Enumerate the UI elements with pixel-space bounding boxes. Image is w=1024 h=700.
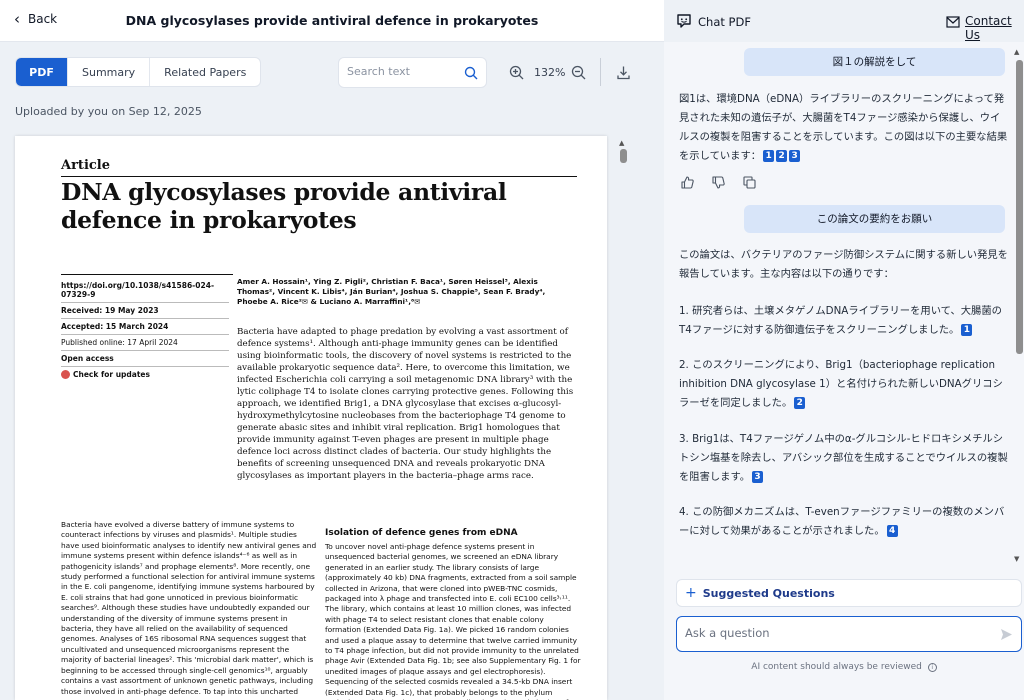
- ai-message: この論文は、バクテリアのファージ防御システムに関する新しい発見を報告しています。…: [679, 249, 1008, 280]
- ai-list-item: 3. Brig1は、T4ファージゲノム中のα-グルコシル-ヒドロキシメチルシトシ…: [679, 430, 1009, 487]
- download-icon[interactable]: [616, 65, 631, 80]
- pdf-pane: ‹ Back DNA glycosylases provide antivira…: [0, 0, 664, 700]
- copy-icon[interactable]: [743, 176, 756, 189]
- ai-message-text: 図1は、環境DNA（eDNA）ライブラリーのスクリーニングによって発見された未知…: [679, 93, 1008, 162]
- ai-list-item-text: 3. Brig1は、T4ファージゲノム中のα-グルコシル-ヒドロキシメチルシトシ…: [679, 433, 1008, 483]
- doi-link[interactable]: https://doi.org/10.1038/s41586-024-07329…: [61, 278, 229, 303]
- citation-badge[interactable]: 3: [752, 471, 764, 483]
- search-icon[interactable]: [464, 66, 478, 80]
- tab-summary[interactable]: Summary: [67, 58, 149, 86]
- open-access: Open access: [61, 351, 229, 367]
- mail-icon[interactable]: [946, 16, 960, 28]
- chat-title: Chat PDF: [698, 15, 751, 29]
- paper-abstract: Bacteria have adapted to phage predation…: [237, 327, 574, 481]
- body-column-2: To uncover novel anti-phage defence syst…: [325, 542, 581, 700]
- message-actions: [681, 176, 756, 189]
- check-updates-label: Check for updates: [73, 370, 150, 379]
- meta-rule: [61, 274, 233, 275]
- chat-pane: Chat PDF Contact Us 図１の解説をして 図1は、環境DNA（e…: [664, 0, 1024, 700]
- chat-scroll-up-arrow[interactable]: ▲: [1014, 48, 1019, 56]
- search-box: [338, 57, 487, 88]
- section-heading: Isolation of defence genes from eDNA: [325, 528, 518, 538]
- citation-badge[interactable]: 4: [886, 525, 898, 537]
- citation-badge[interactable]: 1: [961, 324, 973, 336]
- zoom-in-icon[interactable]: [509, 65, 524, 80]
- ai-disclaimer: AI content should always be reviewed i: [664, 662, 1024, 672]
- pdf-scrollbar-thumb[interactable]: [620, 149, 627, 163]
- ask-box: [676, 616, 1022, 652]
- search-input[interactable]: [347, 65, 462, 78]
- ai-list-item: 4. この防御メカニズムは、T-evenファージファミリーの複数のメンバーに対し…: [679, 503, 1009, 541]
- upload-info: Uploaded by you on Sep 12, 2025: [15, 105, 202, 118]
- document-title: DNA glycosylases provide antiviral defen…: [125, 13, 539, 28]
- user-message: 図１の解説をして: [744, 48, 1005, 76]
- chat-scroll-down-arrow[interactable]: ▼: [1014, 555, 1019, 563]
- ai-message: 図1は、環境DNA（eDNA）ライブラリーのスクリーニングによって発見された未知…: [679, 90, 1009, 166]
- suggested-questions-button[interactable]: + Suggested Questions: [676, 579, 1022, 607]
- body-column-1: Bacteria have evolved a diverse battery …: [61, 520, 317, 700]
- citation-badge[interactable]: 2: [776, 150, 788, 162]
- ai-list-item: 1. 研究者らは、土壌メタゲノムDNAライブラリーを用いて、大腸菌のT4ファージ…: [679, 302, 1009, 340]
- chat-messages: 図１の解説をして 図1は、環境DNA（eDNA）ライブラリーのスクリーニングによ…: [664, 42, 1016, 562]
- ai-list-item: 2. このスクリーニングにより、Brig1（bacteriophage repl…: [679, 356, 1009, 413]
- ai-list-item-text: 2. このスクリーニングにより、Brig1（bacteriophage repl…: [679, 359, 1003, 409]
- disclaimer-text: AI content should always be reviewed: [751, 662, 922, 672]
- zoom-level: 132%: [534, 66, 566, 79]
- received-date: Received: 19 May 2023: [61, 303, 229, 319]
- paper-authors: Amer A. Hossain¹, Ying Z. Pigli², Christ…: [237, 277, 546, 306]
- tab-related-papers[interactable]: Related Papers: [149, 58, 260, 86]
- chat-header: Chat PDF Contact Us: [664, 0, 1024, 42]
- send-icon[interactable]: [1000, 628, 1013, 641]
- pdf-page[interactable]: Article DNA glycosylases provide antivir…: [15, 136, 607, 700]
- article-label: Article: [61, 158, 111, 173]
- ask-input[interactable]: [685, 626, 985, 640]
- zoom-out-icon[interactable]: [571, 65, 586, 80]
- pdf-scroll-up-arrow[interactable]: ▲: [619, 139, 624, 147]
- plus-icon: +: [685, 585, 697, 601]
- toolbar-divider: [600, 58, 601, 86]
- chat-scrollbar-thumb[interactable]: [1016, 60, 1023, 354]
- ai-list-item-text: 1. 研究者らは、土壌メタゲノムDNAライブラリーを用いて、大腸菌のT4ファージ…: [679, 305, 1002, 336]
- tab-pdf[interactable]: PDF: [16, 58, 67, 86]
- title-rule: [61, 176, 577, 177]
- suggested-questions-label: Suggested Questions: [702, 586, 835, 600]
- user-message: この論文の要約をお願い: [744, 205, 1005, 233]
- top-bar: ‹ Back DNA glycosylases provide antivira…: [0, 0, 664, 42]
- citation-badge[interactable]: 1: [763, 150, 775, 162]
- thumbs-up-icon[interactable]: [681, 176, 694, 189]
- ai-list-item-text: 4. この防御メカニズムは、T-evenファージファミリーの複数のメンバーに対し…: [679, 506, 1005, 537]
- check-updates[interactable]: Check for updates: [61, 367, 229, 379]
- citation-badge[interactable]: 2: [794, 397, 806, 409]
- contact-us-link[interactable]: Contact Us: [965, 14, 1024, 42]
- accepted-date: Accepted: 15 March 2024: [61, 319, 229, 335]
- view-tabs: PDF Summary Related Papers: [15, 57, 262, 87]
- thumbs-down-icon[interactable]: [712, 176, 725, 189]
- info-icon[interactable]: i: [927, 663, 937, 672]
- check-updates-icon: [61, 370, 70, 379]
- chat-bot-icon: [677, 14, 691, 28]
- paper-meta: https://doi.org/10.1038/s41586-024-07329…: [61, 278, 229, 379]
- paper-title: DNA glycosylases provide antiviral defen…: [61, 178, 507, 234]
- published-date: Published online: 17 April 2024: [61, 335, 229, 351]
- citation-badge[interactable]: 3: [789, 150, 801, 162]
